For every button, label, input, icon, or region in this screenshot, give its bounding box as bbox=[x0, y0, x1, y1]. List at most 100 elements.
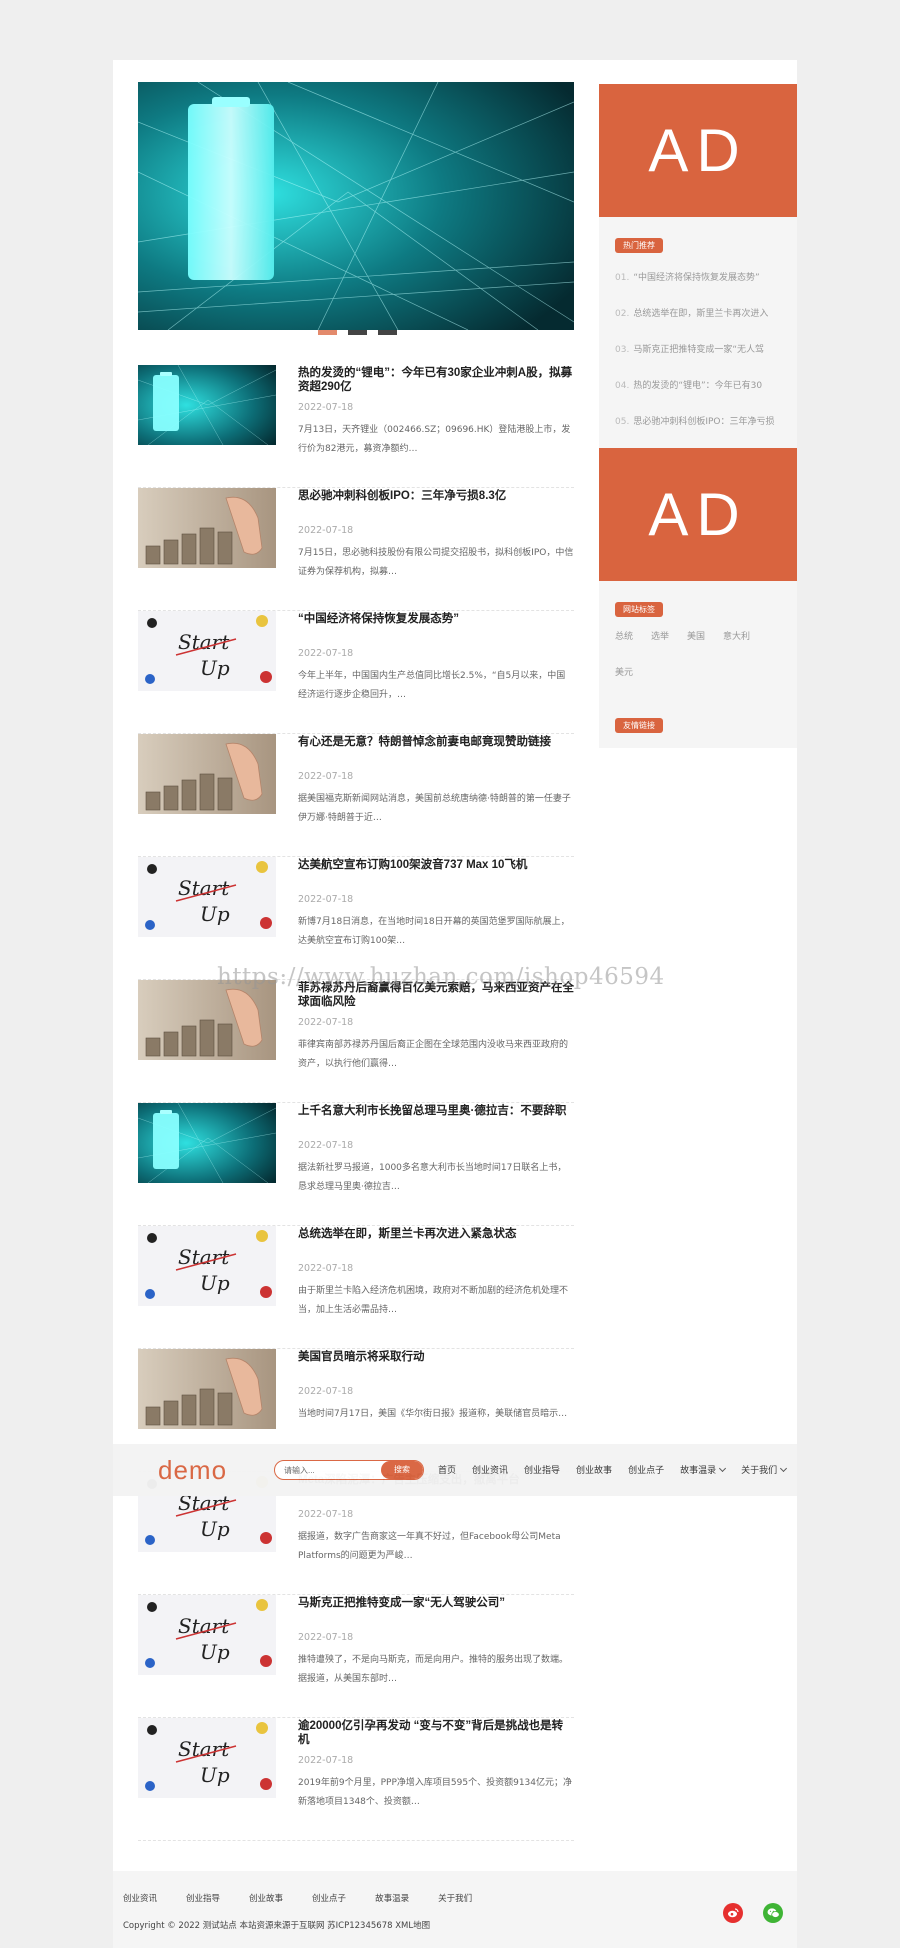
wechat-icon[interactable] bbox=[763, 1903, 783, 1923]
nav-dropdown-about[interactable]: 关于我们 bbox=[741, 1463, 788, 1476]
hot-item-link[interactable]: 思必驰冲刺科创板IPO：三年净亏损 bbox=[633, 417, 774, 427]
hot-item-link[interactable]: “中国经济将保持恢复发展态势” bbox=[633, 273, 759, 283]
footer-link[interactable]: 故事温录 bbox=[375, 1892, 409, 1904]
article-item[interactable]: 思必驰冲刺科创板IPO：三年净亏损8.3亿 2022-07-18 7月15日，思必驰… bbox=[138, 488, 574, 611]
nav-item-guide[interactable]: 创业指导 bbox=[524, 1463, 560, 1476]
article-date: 2022-07-18 bbox=[298, 1140, 354, 1151]
hot-item-number: 04. bbox=[615, 381, 630, 391]
navbar: demo 搜索 首页 创业资讯 创业指导 创业故事 创业点子 故事温录 关于我们 bbox=[113, 1444, 797, 1496]
links-tag: 友情链接 bbox=[615, 718, 663, 733]
tag-link[interactable]: 总统 bbox=[615, 629, 633, 665]
article-title[interactable]: 热的发烫的“锂电”：今年已有30家企业冲刺A股，拟募资超290亿 bbox=[298, 366, 574, 394]
article-item[interactable]: Start Up 马斯克正把推特变成一家“无人驾驶公司” 2022-07-18 推特遭殃… bbox=[138, 1595, 574, 1718]
svg-text:Up: Up bbox=[200, 1640, 230, 1664]
nav-item-ideas[interactable]: 创业点子 bbox=[628, 1463, 664, 1476]
footer-link[interactable]: 创业故事 bbox=[249, 1892, 283, 1904]
hot-item-link[interactable]: 马斯克正把推特变成一家“无人驾 bbox=[633, 345, 764, 355]
article-summary: 7月15日，思必驰科技股份有限公司提交招股书，拟科创板IPO，中信证券为保荐机构… bbox=[298, 548, 574, 577]
ad-banner-top[interactable]: AD bbox=[599, 84, 797, 217]
chevron-down-icon bbox=[780, 1464, 788, 1472]
slider-dots bbox=[318, 330, 397, 335]
article-thumbnail[interactable]: Start Up bbox=[138, 611, 276, 691]
nav-dropdown-label: 故事温录 bbox=[680, 1466, 717, 1476]
nav-dropdown-label: 关于我们 bbox=[741, 1466, 778, 1476]
article-item[interactable]: Start Up “中国经济将保持恢复发展态势” 2022-07-18 今年上半年，中国… bbox=[138, 611, 574, 734]
sidebar: AD 热门推荐 01. “中国经济将保持恢复发展态势” 02. 总统选举在即，斯里兰… bbox=[599, 84, 797, 748]
article-item[interactable]: 上千名意大利市长挽留总理马里奥·德拉吉：不要辞职 2022-07-18 据法新社罗马… bbox=[138, 1103, 574, 1226]
tag-link[interactable]: 意大利 bbox=[723, 629, 750, 665]
article-item[interactable]: Start Up 总统选举在即，斯里兰卡再次进入紧急状态 2022-07-18 由于斯里… bbox=[138, 1226, 574, 1349]
tag-link[interactable]: 美国 bbox=[687, 629, 705, 665]
ad-banner-middle[interactable]: AD bbox=[599, 448, 797, 581]
nav-item-home[interactable]: 首页 bbox=[438, 1463, 456, 1476]
hot-item[interactable]: 03. 马斯克正把推特变成一家“无人驾 bbox=[615, 342, 791, 378]
article-thumbnail[interactable]: Start Up bbox=[138, 1226, 276, 1306]
article-thumbnail[interactable] bbox=[138, 365, 276, 445]
article-thumbnail[interactable] bbox=[138, 1103, 276, 1183]
article-title[interactable]: 有心还是无意？特朗普悼念前妻电邮竟现赞助链接 bbox=[298, 735, 574, 749]
article-summary: 据美国福克斯新闻网站消息，美国前总统唐纳德·特朗普的第一任妻子伊万娜·特朗普于近… bbox=[298, 794, 571, 823]
article-title[interactable]: 逾20000亿引孕再发动 “变与不变”背后是挑战也是转机 bbox=[298, 1719, 574, 1747]
article-date: 2022-07-18 bbox=[298, 1632, 354, 1643]
article-thumbnail[interactable] bbox=[138, 980, 276, 1060]
article-summary: 当地时间7月17日，美国《华尔街日报》报道称，美联储官员暗示… bbox=[298, 1409, 568, 1419]
hot-item-link[interactable]: 热的发烫的“锂电”：今年已有30 bbox=[633, 381, 762, 391]
hot-item[interactable]: 01. “中国经济将保持恢复发展态势” bbox=[615, 270, 791, 306]
hero-slider[interactable] bbox=[138, 82, 574, 330]
hot-item-number: 02. bbox=[615, 309, 630, 319]
article-title[interactable]: 美国官员暗示将采取行动 bbox=[298, 1350, 574, 1364]
tag-link[interactable]: 美元 bbox=[615, 665, 633, 701]
weibo-icon[interactable] bbox=[723, 1903, 743, 1923]
article-thumbnail[interactable] bbox=[138, 488, 276, 568]
article-title[interactable]: 马斯克正把推特变成一家“无人驾驶公司” bbox=[298, 1596, 574, 1610]
nav-item-news[interactable]: 创业资讯 bbox=[472, 1463, 508, 1476]
article-item[interactable]: 有心还是无意？特朗普悼念前妻电邮竟现赞助链接 2022-07-18 据美国福克斯新闻… bbox=[138, 734, 574, 857]
article-date: 2022-07-18 bbox=[298, 771, 354, 782]
article-title[interactable]: 达美航空宣布订购100架波音737 Max 10飞机 bbox=[298, 858, 574, 872]
search-input[interactable] bbox=[275, 1461, 383, 1479]
ad-label: AD bbox=[648, 117, 748, 184]
hot-item[interactable]: 02. 总统选举在即，斯里兰卡再次进入 bbox=[615, 306, 791, 342]
slider-dot-1[interactable] bbox=[318, 330, 337, 335]
search-button[interactable]: 搜索 bbox=[381, 1461, 423, 1479]
tag-link[interactable]: 选举 bbox=[651, 629, 669, 665]
slider-dot-2[interactable] bbox=[348, 330, 367, 335]
article-thumbnail[interactable] bbox=[138, 1349, 276, 1429]
article-list: 热的发烫的“锂电”：今年已有30家企业冲刺A股，拟募资超290亿 2022-07-… bbox=[138, 365, 574, 1841]
footer-link[interactable]: 关于我们 bbox=[438, 1892, 472, 1904]
ad-label: AD bbox=[648, 481, 748, 548]
article-date: 2022-07-18 bbox=[298, 1263, 354, 1274]
article-date: 2022-07-18 bbox=[298, 1509, 354, 1520]
footer-link[interactable]: 创业资讯 bbox=[123, 1892, 157, 1904]
footer-link[interactable]: 创业点子 bbox=[312, 1892, 346, 1904]
article-date: 2022-07-18 bbox=[298, 1755, 354, 1766]
hot-item-number: 03. bbox=[615, 345, 630, 355]
search-box: 搜索 bbox=[274, 1460, 424, 1480]
article-title[interactable]: 总统选举在即，斯里兰卡再次进入紧急状态 bbox=[298, 1227, 574, 1241]
article-title[interactable]: “中国经济将保持恢复发展态势” bbox=[298, 612, 574, 626]
footer-link[interactable]: 创业指导 bbox=[186, 1892, 220, 1904]
slider-dot-3[interactable] bbox=[378, 330, 397, 335]
article-summary: 菲律宾南部苏禄苏丹国后裔正企图在全球范围内没收马来西亚政府的资产，以执行他们赢得… bbox=[298, 1040, 569, 1069]
article-item[interactable]: Start Up 达美航空宣布订购100架波音737 Max 10飞机 2022-07… bbox=[138, 857, 574, 980]
site-logo[interactable]: demo bbox=[158, 1455, 227, 1486]
article-summary: 据报道，数字广告商家这一年真不好过，但Facebook母公司Meta Platf… bbox=[298, 1532, 561, 1561]
article-item[interactable]: 热的发烫的“锂电”：今年已有30家企业冲刺A股，拟募资超290亿 2022-07-… bbox=[138, 365, 574, 488]
article-title[interactable]: 思必驰冲刺科创板IPO：三年净亏损8.3亿 bbox=[298, 489, 574, 503]
article-thumbnail[interactable]: Start Up bbox=[138, 1595, 276, 1675]
svg-text:Up: Up bbox=[200, 1271, 230, 1295]
article-item[interactable]: 菲苏禄苏丹后裔赢得百亿美元索赔，马来西亚资产在全球面临风险 2022-07-18 菲… bbox=[138, 980, 574, 1103]
nav-dropdown-records[interactable]: 故事温录 bbox=[680, 1463, 727, 1476]
hot-item[interactable]: 04. 热的发烫的“锂电”：今年已有30 bbox=[615, 378, 791, 414]
article-thumbnail[interactable]: Start Up bbox=[138, 857, 276, 937]
hot-item-number: 05. bbox=[615, 417, 630, 427]
article-title[interactable]: 上千名意大利市长挽留总理马里奥·德拉吉：不要辞职 bbox=[298, 1104, 574, 1118]
hot-item-link[interactable]: 总统选举在即，斯里兰卡再次进入 bbox=[633, 309, 768, 319]
article-thumbnail[interactable] bbox=[138, 734, 276, 814]
article-summary: 今年上半年，中国国内生产总值同比增长2.5%，“自5月以来，中国经济运行逐步企稳… bbox=[298, 671, 566, 700]
nav-item-stories[interactable]: 创业故事 bbox=[576, 1463, 612, 1476]
article-summary: 据法新社罗马报道，1000多名意大利市长当地时间17日联名上书，恳求总理马里奥·… bbox=[298, 1163, 567, 1192]
article-item[interactable]: Start Up 逾20000亿引孕再发动 “变与不变”背后是挑战也是转机 2022-… bbox=[138, 1718, 574, 1841]
article-thumbnail[interactable]: Start Up bbox=[138, 1718, 276, 1798]
hot-item[interactable]: 05. 思必驰冲刺科创板IPO：三年净亏损 bbox=[615, 414, 791, 450]
